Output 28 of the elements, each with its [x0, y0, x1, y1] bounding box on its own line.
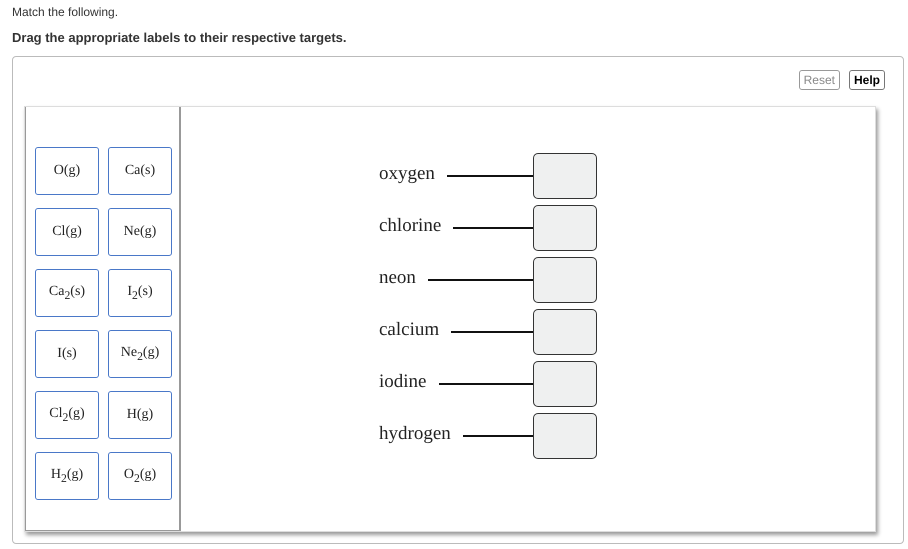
term-text: hydrogen	[379, 422, 451, 444]
drop-target[interactable]	[533, 413, 597, 459]
draggable-label[interactable]: I$_{2}$(s)	[108, 269, 172, 317]
instruction-text: Drag the appropriate labels to their respective targets.	[12, 29, 348, 47]
drop-target[interactable]	[533, 361, 597, 407]
draggable-label[interactable]: Ca$_{2}$(s)	[35, 269, 99, 317]
toolbar-button[interactable]: Help	[848, 70, 885, 90]
draggable-label[interactable]: Cl$_{2}$(g)	[35, 391, 99, 439]
prompt-text: Match the following.	[12, 4, 120, 21]
drop-target[interactable]	[533, 309, 597, 355]
draggable-label[interactable]: I(s)	[35, 330, 99, 378]
draggable-label[interactable]: Ne(g)	[108, 208, 172, 256]
term-text: oxygen	[379, 162, 435, 184]
term-text: neon	[379, 266, 416, 288]
draggable-label[interactable]: Ne$_{2}$(g)	[108, 330, 172, 378]
term-text: iodine	[379, 370, 426, 392]
term-text: calcium	[379, 318, 440, 340]
draggable-label[interactable]: Ca(s)	[108, 147, 172, 195]
draggable-label[interactable]: O(g)	[35, 147, 99, 195]
leader-line	[462, 435, 533, 437]
term-text: chlorine	[379, 214, 442, 236]
draggable-label[interactable]: H(g)	[108, 391, 172, 439]
draggable-label[interactable]: Cl(g)	[35, 208, 99, 256]
drop-target[interactable]	[533, 257, 597, 303]
drop-target[interactable]	[533, 205, 597, 251]
drop-target[interactable]	[533, 153, 597, 199]
draggable-label[interactable]: O$_{2}$(g)	[108, 452, 172, 500]
draggable-label[interactable]: H$_{2}$(g)	[35, 452, 99, 500]
